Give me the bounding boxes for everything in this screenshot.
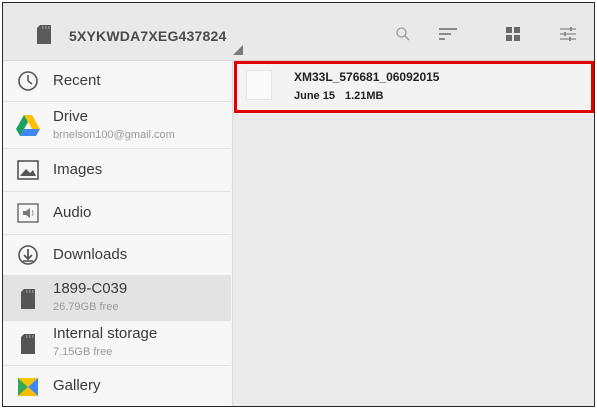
sidebar-item-images[interactable]: Images <box>3 149 231 191</box>
sidebar-item-label: Audio <box>53 204 92 221</box>
sidebar-item-label: Gallery <box>53 377 101 394</box>
sidebar-item-1899-c039[interactable]: 1899-C039 26.79GB free <box>3 276 231 320</box>
grid-view-icon <box>506 27 520 41</box>
sidebar-item-label: Recent <box>53 72 101 89</box>
sd-card-icon <box>15 286 41 312</box>
sd-card-icon <box>15 331 41 357</box>
image-icon <box>15 157 41 183</box>
gallery-icon <box>15 374 41 400</box>
sidebar-item-gallery[interactable]: Gallery <box>3 366 231 406</box>
file-list: XM33L_576681_06092015 June 15 1.21MB <box>232 61 594 406</box>
search-icon <box>396 27 410 41</box>
sidebar-item-recent[interactable]: Recent <box>3 61 231 101</box>
sidebar-item-label: 1899-C039 <box>53 280 128 297</box>
sidebar-item-sublabel: 7.15GB free <box>53 346 113 358</box>
sidebar-item-label: Internal storage <box>53 325 158 342</box>
sidebar-item-audio[interactable]: Audio <box>3 192 231 234</box>
download-icon <box>15 242 41 268</box>
clock-icon <box>15 68 41 94</box>
search-button[interactable] <box>388 21 418 47</box>
sidebar-item-internal-storage[interactable]: Internal storage 7.15GB free <box>3 321 231 365</box>
sort-icon <box>439 28 457 40</box>
sidebar-item-downloads[interactable]: Downloads <box>3 235 231 275</box>
highlight-box <box>234 61 594 113</box>
grid-view-button[interactable] <box>498 21 528 47</box>
sidebar-item-label: Drive <box>53 108 89 125</box>
sidebar-item-label: Downloads <box>53 246 128 263</box>
sidebar-item-label: Images <box>53 161 103 178</box>
settings-sliders-icon <box>560 27 576 41</box>
app-window: 5XYKWDA7XEG437824 Recent Drive brnelson1… <box>2 2 595 407</box>
dropdown-corner-icon[interactable] <box>233 45 243 55</box>
location-title[interactable]: 5XYKWDA7XEG437824 <box>69 28 226 44</box>
sidebar-item-drive[interactable]: Drive brnelson100@gmail.com <box>3 102 231 148</box>
sd-card-icon <box>37 25 51 49</box>
settings-button[interactable] <box>553 21 583 47</box>
sidebar: Recent Drive brnelson100@gmail.com Image… <box>3 61 231 406</box>
sort-button[interactable] <box>433 21 463 47</box>
drive-icon <box>15 113 41 139</box>
sidebar-item-sublabel: brnelson100@gmail.com <box>53 129 175 141</box>
top-bar: 5XYKWDA7XEG437824 <box>3 3 594 61</box>
list-item[interactable]: XM33L_576681_06092015 June 15 1.21MB <box>233 61 594 114</box>
sidebar-item-sublabel: 26.79GB free <box>53 301 119 313</box>
audio-icon <box>15 200 41 226</box>
